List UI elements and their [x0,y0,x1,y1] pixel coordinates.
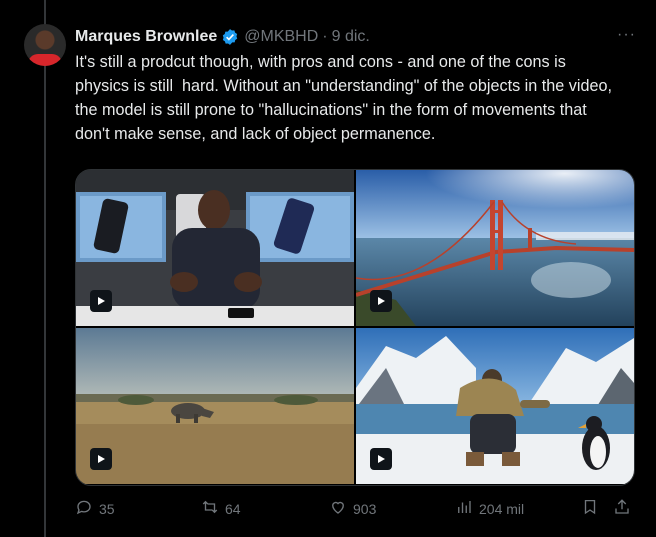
avatar[interactable] [24,24,66,66]
avatar-shirt [28,54,62,66]
share-icon [613,498,631,519]
bookmark-button[interactable] [581,498,599,519]
heart-icon [329,498,347,519]
like-button[interactable]: 903 [329,498,376,519]
bookmark-icon [581,498,599,519]
media-video-1[interactable] [76,170,354,326]
thread-line [44,0,46,537]
verified-badge-icon [221,28,239,46]
views-count: 204 mil [479,500,525,517]
tweet-date[interactable]: 9 dic. [332,28,370,46]
repost-count: 64 [225,500,241,517]
repost-icon [201,498,219,519]
media-grid [75,169,635,486]
media-video-2[interactable] [356,170,634,326]
views-chart-icon [455,498,473,519]
repost-button[interactable]: 64 [201,498,241,519]
reply-button[interactable]: 35 [75,498,115,519]
like-count: 903 [353,500,377,517]
action-bar: 35 64 903 204 mil [75,498,634,522]
views-button[interactable]: 204 mil [455,498,524,519]
play-icon [90,290,112,312]
reply-icon [75,498,93,519]
reply-count: 35 [99,500,115,517]
play-icon [90,448,112,470]
author-name[interactable]: Marques Brownlee [75,28,217,46]
play-icon [370,290,392,312]
share-button[interactable] [613,498,631,519]
tweet-text: It's still a prodcut though, with pros a… [75,53,612,143]
media-video-4[interactable] [356,328,634,484]
tweet-header: Marques Brownlee @MKBHD · 9 dic. ··· [75,26,636,48]
more-options-icon[interactable]: ··· [617,26,636,44]
separator-dot: · [322,28,328,45]
author-handle[interactable]: @MKBHD [244,28,318,46]
media-video-3[interactable] [76,328,354,484]
play-icon [370,448,392,470]
